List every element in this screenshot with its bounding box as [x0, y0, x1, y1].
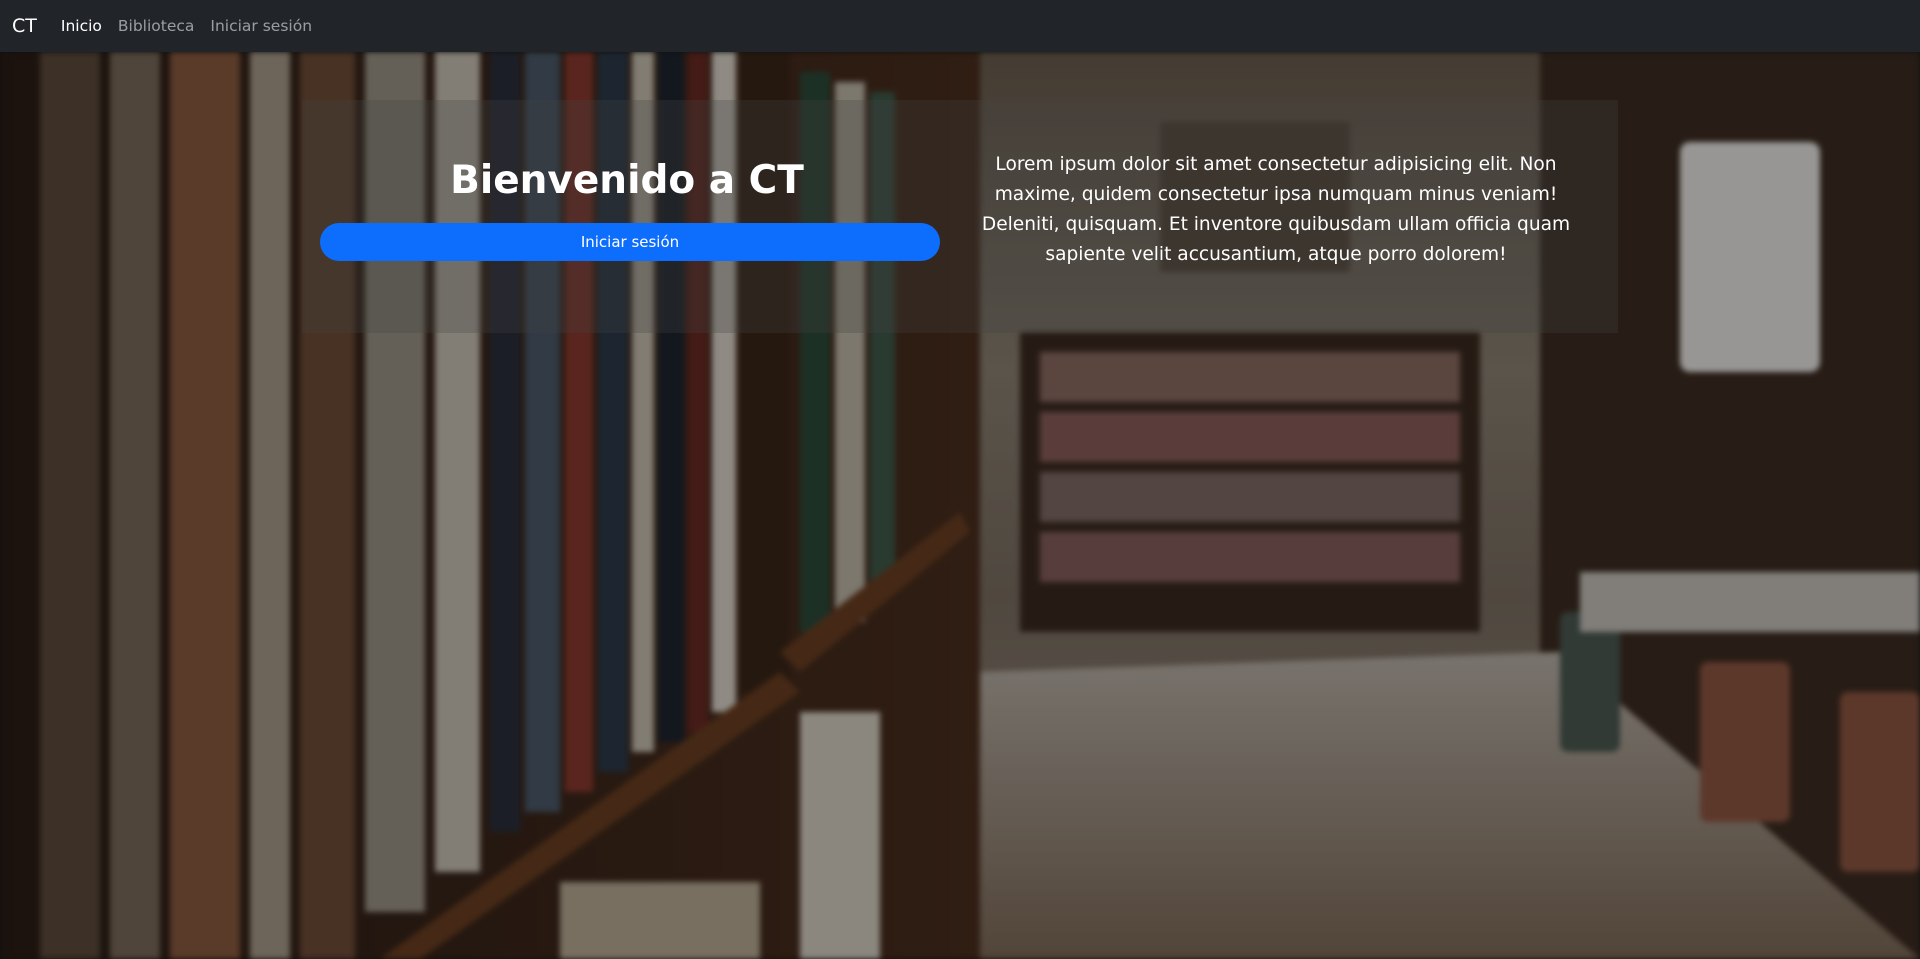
top-navbar: CT Inicio Biblioteca Iniciar sesión	[0, 0, 1920, 52]
hero-section: Bienvenido a CT Iniciar sesión Lorem ips…	[0, 52, 1920, 959]
welcome-left-column: Bienvenido a CT Iniciar sesión	[302, 100, 942, 333]
welcome-right-column: Lorem ipsum dolor sit amet consectetur a…	[942, 100, 1618, 333]
welcome-description: Lorem ipsum dolor sit amet consectetur a…	[981, 154, 1571, 265]
nav-link-iniciar-sesion[interactable]: Iniciar sesión	[210, 17, 312, 35]
welcome-title: Bienvenido a CT	[450, 158, 804, 203]
welcome-panel: Bienvenido a CT Iniciar sesión Lorem ips…	[302, 100, 1618, 333]
login-button[interactable]: Iniciar sesión	[320, 223, 940, 261]
brand-link[interactable]: CT	[12, 15, 37, 37]
nav-link-biblioteca[interactable]: Biblioteca	[118, 17, 195, 35]
nav-link-inicio[interactable]: Inicio	[61, 17, 102, 35]
